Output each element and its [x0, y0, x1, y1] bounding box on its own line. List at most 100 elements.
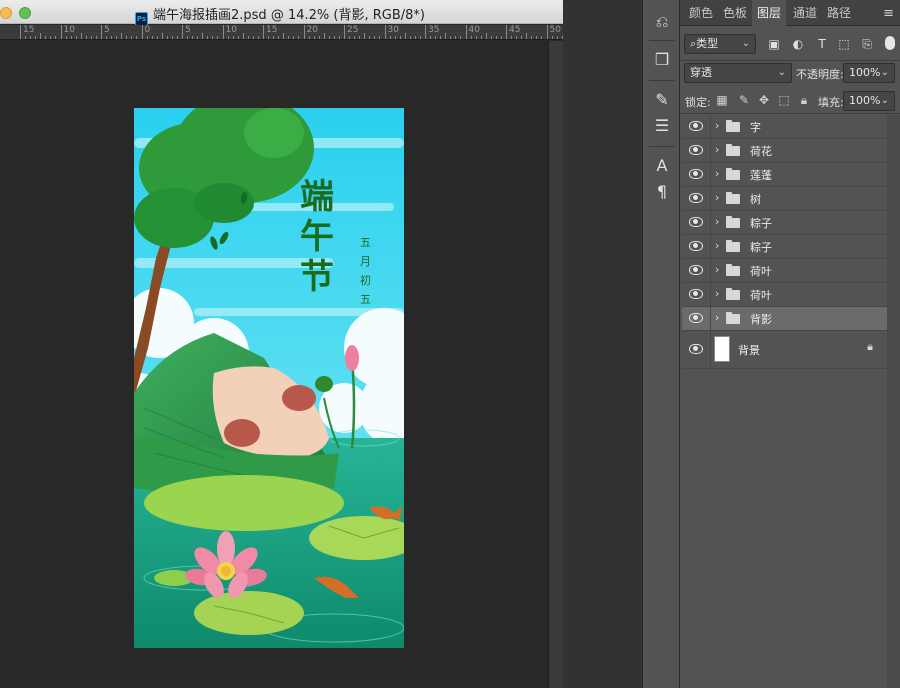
chevron-right-icon[interactable]: › [715, 191, 719, 204]
ruler-tick [430, 36, 432, 39]
brush-settings-icon[interactable]: ✎ [650, 88, 674, 112]
panel-menu-icon[interactable]: ≡ [883, 6, 894, 21]
lock-pixels-icon[interactable]: ✎ [736, 92, 752, 108]
chevron-right-icon[interactable]: › [715, 215, 719, 228]
chevron-right-icon[interactable]: › [715, 311, 719, 324]
tab-swatches[interactable]: 色板 [718, 0, 752, 26]
ruler-tick [106, 36, 108, 39]
horizontal-ruler[interactable]: 15 10 5 0 5 10 15 20 25 30 35 40 45 50 [0, 25, 563, 40]
lock-artboard-icon[interactable]: ⬚ [776, 92, 792, 108]
eye-icon[interactable] [689, 344, 703, 354]
eye-icon[interactable] [689, 217, 703, 227]
ruler-tick [131, 36, 133, 39]
ruler-label: 0 [144, 25, 151, 35]
folder-icon [726, 168, 740, 180]
layers-scrollbar[interactable] [887, 115, 900, 688]
shape-filter-icon[interactable]: ⬚ [836, 36, 852, 52]
pixel-filter-icon[interactable]: ▣ [766, 36, 782, 52]
ruler-tick [435, 36, 437, 39]
ruler-tick [455, 36, 457, 39]
ruler-tick [232, 36, 234, 39]
3d-icon[interactable]: ❒ [650, 48, 674, 72]
chevron-right-icon[interactable]: › [715, 143, 719, 156]
adjust-icon[interactable]: ☰ [650, 114, 674, 138]
chevron-right-icon[interactable]: › [715, 167, 719, 180]
ruler-tick [404, 33, 406, 39]
ruler-label: 35 [428, 25, 440, 35]
ruler-tick [303, 25, 305, 39]
ruler-tick [526, 33, 528, 39]
layer-row[interactable]: › 荷叶 [682, 259, 887, 283]
layer-row[interactable]: › 字 [682, 115, 887, 139]
ruler-tick [171, 36, 173, 39]
filter-toggle[interactable] [885, 36, 895, 50]
eye-icon[interactable] [689, 121, 703, 131]
fill-field[interactable]: 100% ⌄ [843, 91, 895, 111]
poster-canvas[interactable]: 端 午 节 五 月 初 五 [134, 108, 404, 648]
tab-layers[interactable]: 图层 [752, 0, 786, 26]
eye-icon[interactable] [689, 313, 703, 323]
ruler-tick [338, 36, 340, 39]
minimize-button[interactable] [0, 7, 12, 19]
ruler-label: 20 [306, 25, 318, 35]
zoom-button[interactable] [19, 7, 31, 19]
psd-file-icon: Ps [135, 12, 148, 26]
tab-paths[interactable]: 路径 [822, 0, 856, 26]
blend-mode-select[interactable]: 穿透 ⌄ [684, 63, 792, 83]
ruler-tick [521, 36, 523, 39]
layer-row[interactable]: › 粽子 [682, 211, 887, 235]
layer-row[interactable]: › 粽子 [682, 235, 887, 259]
ruler-tick [252, 36, 254, 39]
title-bar[interactable]: Ps 端午海报插画2.psd @ 14.2% (背影, RGB/8*) [0, 0, 563, 26]
ruler-tick [293, 36, 295, 39]
eye-icon[interactable] [689, 241, 703, 251]
eye-icon[interactable] [689, 193, 703, 203]
eye-icon[interactable] [689, 265, 703, 275]
folder-icon [726, 264, 740, 276]
ruler-tick [389, 36, 391, 39]
paragraph-icon[interactable]: ¶ [650, 180, 674, 204]
ruler-tick [176, 36, 178, 39]
ruler-tick [485, 33, 487, 39]
history-icon[interactable]: ⎌ [650, 10, 674, 34]
chevron-right-icon[interactable]: › [715, 263, 719, 276]
opacity-field[interactable]: 100% ⌄ [843, 63, 895, 83]
ruler-tick [536, 36, 538, 39]
lock-icon: 🔒︎ [867, 340, 873, 353]
workspace-gap [563, 0, 642, 688]
layer-row[interactable]: › 荷花 [682, 139, 887, 163]
layer-filter-select[interactable]: ⌕类型 ⌄ [684, 34, 756, 54]
tool-divider [649, 80, 675, 81]
ruler-tick [551, 36, 553, 39]
tab-color[interactable]: 颜色 [684, 0, 718, 26]
adjustment-filter-icon[interactable]: ◐ [790, 36, 806, 52]
eye-icon[interactable] [689, 169, 703, 179]
vertical-scrollbar[interactable] [548, 41, 563, 688]
layer-row[interactable]: › 荷叶 [682, 283, 887, 307]
layer-row[interactable]: › 树 [682, 187, 887, 211]
tab-channels[interactable]: 通道 [788, 0, 822, 26]
layer-row[interactable]: › 莲蓬 [682, 163, 887, 187]
character-icon[interactable]: A [650, 154, 674, 178]
ruler-tick [85, 36, 87, 39]
layer-name: 背景 [738, 344, 760, 357]
ruler-tick [318, 36, 320, 39]
panel-icon-strip: ⎌ ❒ ✎ ☰ A ¶ [642, 0, 680, 688]
lock-position-icon[interactable]: ✥ [756, 92, 772, 108]
layer-row-background[interactable]: 背景 🔒︎ [682, 331, 887, 369]
chevron-right-icon[interactable]: › [715, 287, 719, 300]
eye-icon[interactable] [689, 145, 703, 155]
date-char-4: 五 [360, 293, 371, 306]
ruler-tick [288, 36, 290, 39]
ruler-tick [141, 25, 143, 39]
type-filter-icon[interactable]: T [814, 36, 830, 52]
layer-name: 荷叶 [750, 265, 772, 278]
chevron-right-icon[interactable]: › [715, 119, 719, 132]
eye-icon[interactable] [689, 289, 703, 299]
lock-transparency-icon[interactable]: ▦ [714, 92, 730, 108]
layer-row-selected[interactable]: › 背影 [682, 307, 887, 331]
ruler-tick [425, 25, 426, 39]
lock-all-icon[interactable]: 🔒︎ [796, 92, 812, 108]
chevron-right-icon[interactable]: › [715, 239, 719, 252]
smart-object-filter-icon[interactable]: ⎘ [859, 36, 875, 52]
